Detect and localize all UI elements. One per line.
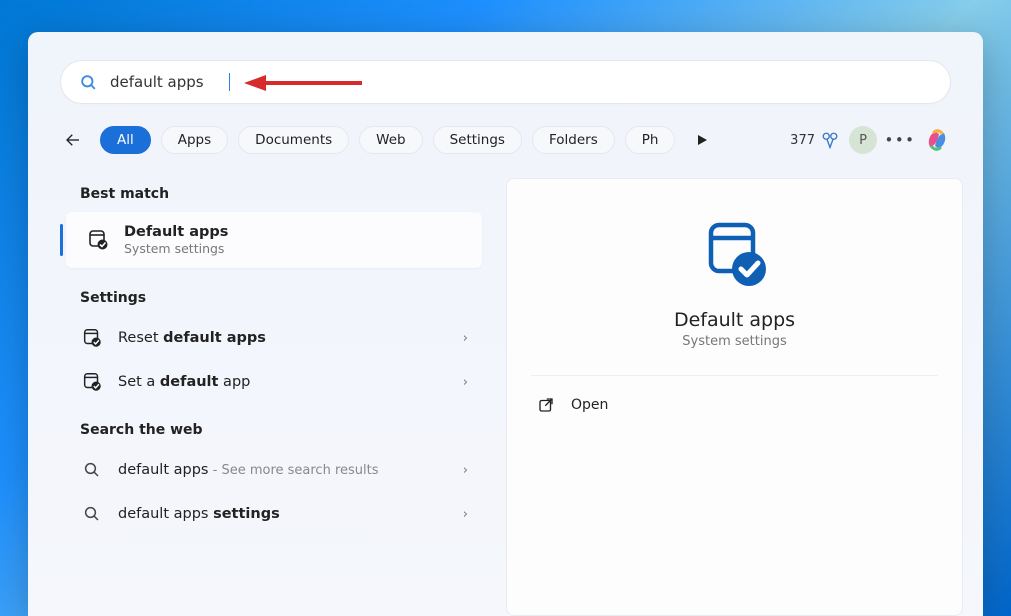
web-section-header: Search the web bbox=[60, 414, 488, 448]
result-label: Set a default app bbox=[118, 374, 449, 390]
details-hero: Default apps System settings bbox=[531, 219, 938, 376]
search-row bbox=[28, 60, 983, 104]
default-apps-icon bbox=[80, 370, 104, 394]
best-match-title: Default apps bbox=[124, 224, 462, 240]
open-external-icon bbox=[537, 396, 555, 414]
settings-result-reset[interactable]: Reset default apps › bbox=[60, 316, 488, 360]
play-icon bbox=[696, 134, 708, 146]
results-pane: Best match Default apps System settings … bbox=[48, 178, 488, 616]
best-match-header: Best match bbox=[60, 178, 488, 212]
back-arrow-icon bbox=[64, 131, 82, 149]
open-label: Open bbox=[571, 397, 608, 413]
back-button[interactable] bbox=[60, 127, 86, 153]
search-icon bbox=[80, 458, 104, 482]
filter-overflow-button[interactable] bbox=[691, 129, 713, 151]
search-box[interactable] bbox=[60, 60, 951, 104]
copilot-icon bbox=[924, 127, 950, 153]
more-options-button[interactable]: ••• bbox=[887, 127, 913, 153]
open-action[interactable]: Open bbox=[531, 376, 938, 434]
rewards-count: 377 bbox=[790, 133, 815, 148]
filter-chip-all[interactable]: All bbox=[100, 126, 151, 154]
search-icon bbox=[80, 502, 104, 526]
search-icon bbox=[79, 73, 98, 92]
result-label: Reset default apps bbox=[118, 330, 449, 346]
chevron-right-icon: › bbox=[463, 375, 468, 390]
settings-result-set[interactable]: Set a default app › bbox=[60, 360, 488, 404]
search-panel-window: All Apps Documents Web Settings Folders … bbox=[28, 32, 983, 616]
settings-section-header: Settings bbox=[60, 282, 488, 316]
details-subtitle: System settings bbox=[682, 334, 786, 349]
content-area: Best match Default apps System settings … bbox=[28, 178, 983, 616]
default-apps-icon bbox=[86, 228, 110, 252]
filter-chip-folders[interactable]: Folders bbox=[532, 126, 615, 154]
default-apps-icon bbox=[80, 326, 104, 350]
chevron-right-icon: › bbox=[463, 463, 468, 478]
details-pane: Default apps System settings Open bbox=[506, 178, 963, 616]
user-avatar[interactable]: P bbox=[849, 126, 877, 154]
result-label: default apps - See more search results bbox=[118, 462, 449, 478]
web-result-default-apps-settings[interactable]: default apps settings › bbox=[60, 492, 488, 536]
filter-chip-web[interactable]: Web bbox=[359, 126, 422, 154]
search-input[interactable] bbox=[110, 73, 932, 91]
filter-chip-apps[interactable]: Apps bbox=[161, 126, 228, 154]
rewards-icon bbox=[821, 131, 839, 149]
filter-chip-settings[interactable]: Settings bbox=[433, 126, 522, 154]
web-result-default-apps[interactable]: default apps - See more search results › bbox=[60, 448, 488, 492]
default-apps-large-icon bbox=[699, 219, 771, 291]
rewards-badge[interactable]: 377 bbox=[790, 131, 839, 149]
filter-row: All Apps Documents Web Settings Folders … bbox=[28, 126, 983, 154]
chevron-right-icon: › bbox=[463, 507, 468, 522]
filter-chip-photos-overflow[interactable]: Ph bbox=[625, 126, 676, 154]
best-match-item[interactable]: Default apps System settings bbox=[66, 212, 482, 268]
best-match-subtitle: System settings bbox=[124, 241, 462, 256]
chevron-right-icon: › bbox=[463, 331, 468, 346]
copilot-button[interactable] bbox=[923, 126, 951, 154]
text-cursor bbox=[229, 73, 230, 91]
result-label: default apps settings bbox=[118, 506, 449, 522]
details-title: Default apps bbox=[674, 309, 795, 331]
filter-chip-documents[interactable]: Documents bbox=[238, 126, 349, 154]
